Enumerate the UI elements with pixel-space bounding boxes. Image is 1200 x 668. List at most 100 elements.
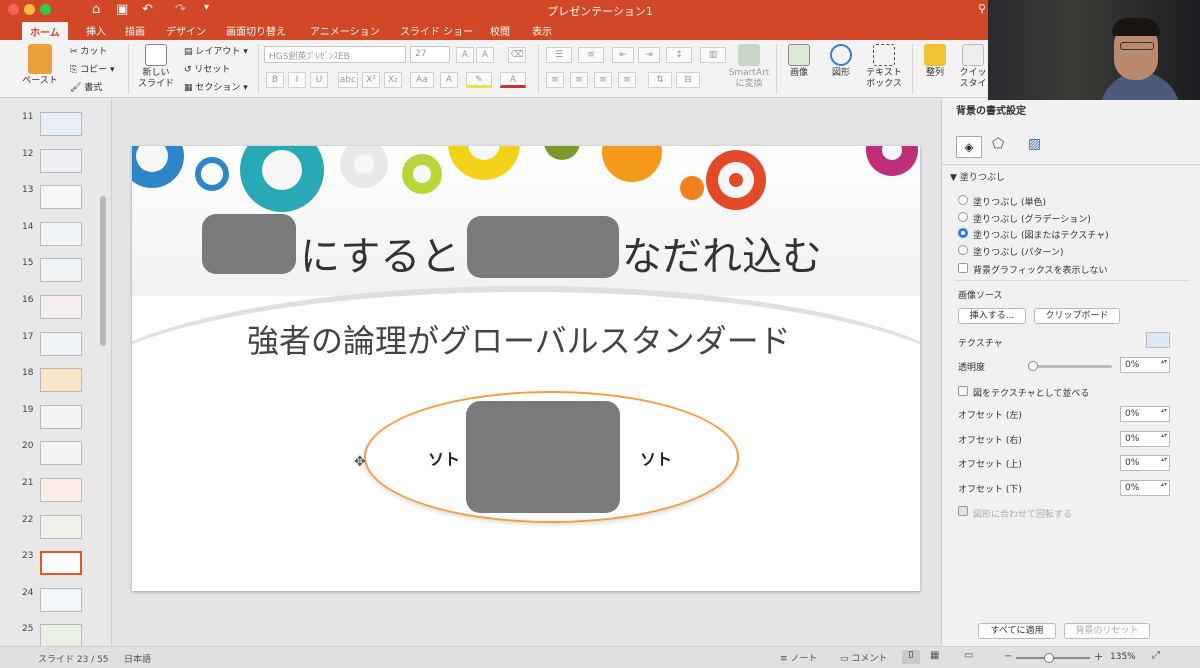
align-center-button[interactable]: ≡	[570, 72, 588, 88]
fill-option-radio[interactable]	[958, 211, 968, 222]
language-indicator[interactable]: 日本語	[124, 652, 151, 665]
fill-bucket-icon[interactable]: ◈	[956, 136, 982, 158]
insert-image-button[interactable]: 挿入する...	[958, 308, 1026, 324]
clipboard-button[interactable]: クリップボード	[1034, 308, 1120, 324]
strikethrough-button[interactable]: abc	[338, 72, 358, 88]
format-painter-button[interactable]: 🖌 書式	[70, 80, 102, 93]
slide-thumbnail[interactable]	[40, 478, 82, 502]
zoom-slider-thumb[interactable]	[1044, 653, 1054, 663]
slide-subtitle[interactable]: 強者の論理がグローバルスタンダード	[247, 316, 791, 362]
zoom-in-button[interactable]: +	[1094, 650, 1103, 663]
bold-button[interactable]: B	[266, 72, 284, 88]
tab-view[interactable]: 表示	[532, 23, 552, 38]
slide-thumbnail[interactable]	[40, 551, 82, 576]
tab-design[interactable]: デザイン	[166, 23, 206, 38]
slide-thumbnail[interactable]	[40, 514, 82, 539]
change-case-button[interactable]: Aa	[410, 72, 434, 88]
copy-button[interactable]: ⎘ コピー ▾	[70, 62, 114, 75]
font-size-select[interactable]: 27	[410, 46, 450, 63]
tab-animations[interactable]: アニメーション	[310, 23, 380, 38]
slide-thumbnail[interactable]	[40, 112, 82, 136]
justify-button[interactable]: ≡	[618, 72, 636, 88]
shrink-font-button[interactable]: A	[476, 47, 494, 63]
texture-picker[interactable]	[1146, 332, 1170, 348]
tab-draw[interactable]: 描画	[125, 23, 145, 38]
thumbnail-scrollbar[interactable]	[100, 196, 106, 346]
align-left-button[interactable]: ≡	[546, 72, 564, 88]
sorter-view-button[interactable]: ▦	[930, 650, 939, 661]
zoom-out-button[interactable]: −	[1004, 651, 1012, 662]
offset-input[interactable]: 0%	[1120, 406, 1170, 422]
superscript-button[interactable]: X²	[362, 72, 380, 88]
decrease-indent-button[interactable]: ⇤	[612, 47, 634, 63]
rotate-checkbox[interactable]	[958, 506, 968, 516]
grow-font-button[interactable]: A	[456, 47, 474, 63]
slide-thumbnail[interactable]	[40, 148, 82, 173]
left-label[interactable]: ソト	[428, 446, 460, 470]
slide-thumbnail[interactable]	[40, 185, 82, 210]
slide-thumbnail[interactable]	[40, 587, 82, 612]
slide-thumbnail[interactable]	[40, 331, 82, 356]
highlight-button[interactable]: ✎	[466, 72, 492, 88]
bullets-button[interactable]: ☰	[546, 47, 572, 63]
fill-option-radio[interactable]	[958, 244, 968, 255]
tab-slideshow[interactable]: スライド ショー	[400, 23, 473, 38]
offset-input[interactable]: 0%	[1120, 479, 1170, 496]
slide-thumbnail[interactable]	[40, 258, 82, 283]
slide-thumbnail[interactable]	[40, 404, 82, 429]
reset-background-button[interactable]: 背景のリセット	[1064, 623, 1150, 639]
fill-option-radio[interactable]	[958, 228, 968, 238]
normal-view-button[interactable]: ▯	[902, 650, 920, 664]
tab-home[interactable]: ホーム	[22, 22, 68, 40]
font-name-select[interactable]: HGS創英ﾌﾟﾚｾﾞﾝｽEB	[264, 46, 406, 63]
slide-thumbnail[interactable]	[40, 295, 82, 319]
image-button[interactable]: 画像	[782, 44, 816, 79]
textbox-button[interactable]: テキスト ボックス	[864, 44, 904, 90]
new-slide-button[interactable]: 新しい スライド	[136, 44, 176, 90]
slide-thumbnail[interactable]	[40, 368, 82, 393]
fit-to-window-icon[interactable]: ⤢	[1152, 650, 1160, 661]
notes-button[interactable]: ≡ ノート	[780, 651, 817, 664]
clear-format-button[interactable]: ⌫	[508, 47, 526, 63]
slide-thumbnail[interactable]	[40, 441, 82, 466]
apply-all-button[interactable]: すべてに適用	[978, 623, 1056, 639]
fill-section-toggle[interactable]: ▼ 塗りつぶし	[950, 170, 1005, 183]
slide-thumbnail[interactable]	[40, 221, 82, 246]
text-effects-button[interactable]: A	[440, 72, 458, 88]
columns-button[interactable]: ▥	[700, 47, 726, 63]
slide-thumbnail[interactable]	[40, 624, 82, 646]
hide-bg-checkbox[interactable]	[958, 263, 968, 273]
line-spacing-button[interactable]: ↕	[666, 47, 692, 63]
numbering-button[interactable]: ≡	[578, 47, 604, 63]
layout-button[interactable]: ▤ レイアウト ▾	[184, 44, 248, 57]
align-right-button[interactable]: ≡	[594, 72, 612, 88]
tile-checkbox[interactable]	[958, 386, 968, 396]
cut-button[interactable]: ✂ カット	[70, 44, 107, 57]
shape-button[interactable]: 図形	[824, 44, 858, 79]
italic-button[interactable]: I	[288, 72, 306, 88]
picture-icon[interactable]: ▨	[1028, 136, 1041, 152]
increase-indent-button[interactable]: ⇥	[638, 47, 660, 63]
tab-insert[interactable]: 挿入	[86, 23, 106, 38]
font-color-button[interactable]: A	[500, 72, 526, 88]
slide-title-part-b[interactable]: なだれ込む	[622, 224, 822, 282]
underline-button[interactable]: U	[310, 72, 328, 88]
slide-title-part-a[interactable]: にすると	[300, 224, 460, 282]
convert-smartart-button[interactable]: SmartArt に変換	[728, 44, 770, 90]
zoom-level[interactable]: 135%	[1110, 652, 1136, 662]
reset-button[interactable]: ↺ リセット	[184, 62, 230, 75]
arrange-button[interactable]: 整列	[918, 44, 952, 79]
transparency-slider-thumb[interactable]	[1028, 361, 1038, 371]
right-label[interactable]: ソト	[640, 446, 672, 470]
current-slide[interactable]: にすると なだれ込む 強者の論理がグローバルスタンダード ソト ソト ✥	[132, 146, 920, 591]
slideshow-view-button[interactable]: ▭	[964, 650, 973, 661]
search-icon[interactable]: ⚲	[978, 2, 986, 15]
paste-button[interactable]: ペースト	[22, 44, 58, 87]
fill-option-radio[interactable]	[958, 195, 968, 205]
subscript-button[interactable]: X₂	[384, 72, 402, 88]
text-direction-button[interactable]: ⇅	[648, 72, 672, 88]
section-button[interactable]: ▦ セクション ▾	[184, 80, 248, 93]
pentagon-icon[interactable]: ⬠	[992, 136, 1004, 152]
offset-input[interactable]: 0%	[1120, 455, 1170, 471]
quick-styles-button[interactable]: クイッ スタイ	[958, 44, 988, 90]
